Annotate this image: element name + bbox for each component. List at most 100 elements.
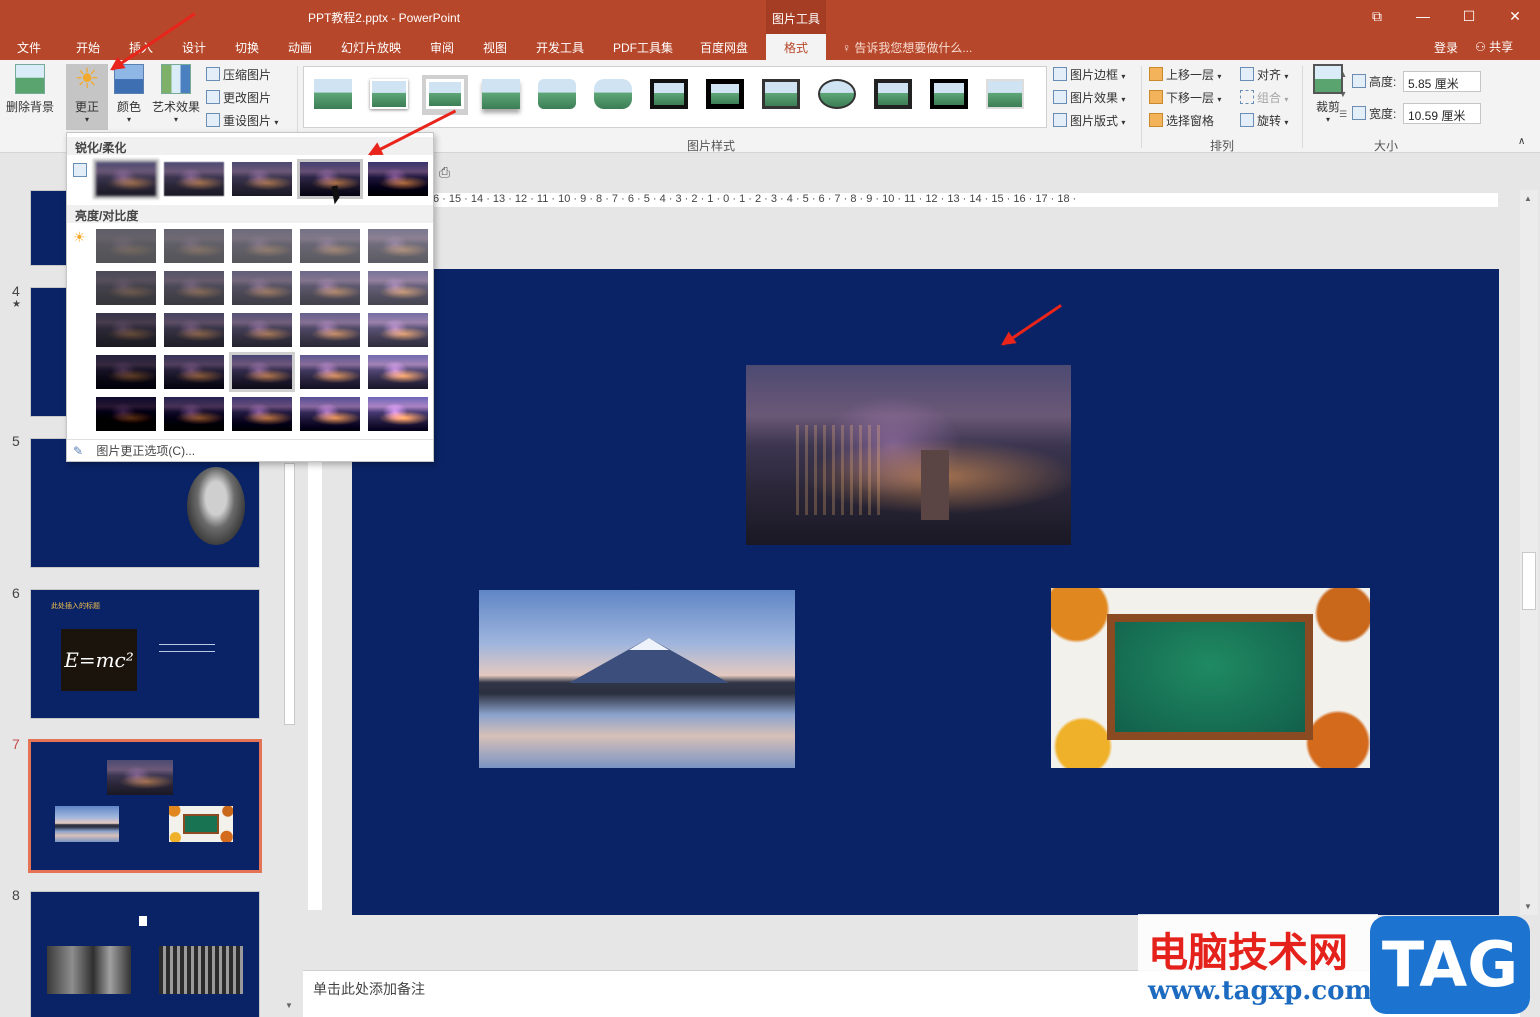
picture-style-option[interactable] (870, 75, 916, 115)
change-picture-button[interactable]: 更改图片 (206, 89, 271, 106)
correction-preset[interactable] (297, 159, 363, 199)
correction-preset[interactable] (164, 271, 224, 305)
city-night-image[interactable] (746, 365, 1071, 545)
align-button[interactable]: 对齐 ▾ (1240, 66, 1288, 83)
correction-preset[interactable] (232, 162, 292, 196)
picture-style-option[interactable] (310, 75, 356, 115)
correction-preset[interactable] (300, 271, 360, 305)
bring-forward-button[interactable]: 上移一层 ▾ (1149, 66, 1221, 83)
tab-file[interactable]: 文件 (17, 39, 41, 56)
picture-style-option[interactable] (646, 75, 692, 115)
rotate-button[interactable]: 旋转 ▾ (1240, 112, 1288, 129)
correction-preset[interactable] (164, 355, 224, 389)
picture-style-option[interactable] (366, 75, 412, 115)
compress-pictures-button[interactable]: 压缩图片 (206, 66, 271, 83)
correction-preset[interactable] (232, 397, 292, 431)
tab-slideshow[interactable]: 幻灯片放映 (341, 39, 401, 56)
correction-preset[interactable] (232, 313, 292, 347)
tab-review[interactable]: 审阅 (430, 39, 454, 56)
editor-scrollbar[interactable]: ▲ ▼ (1520, 190, 1538, 915)
correction-preset[interactable] (229, 352, 295, 392)
width-input[interactable]: 10.59 厘米 (1403, 103, 1481, 124)
minimize-button[interactable]: — (1400, 0, 1446, 32)
selection-pane-button[interactable]: 选择窗格 (1149, 112, 1214, 129)
correction-preset[interactable] (368, 355, 428, 389)
correction-preset[interactable] (96, 229, 156, 263)
correction-preset[interactable] (164, 162, 224, 196)
correction-preset[interactable] (300, 397, 360, 431)
slide-thumbnail-selected[interactable] (28, 739, 262, 873)
picture-layout-button[interactable]: 图片版式 ▾ (1053, 112, 1125, 129)
sun-icon: ☀ (74, 63, 100, 94)
slide-thumbnail[interactable] (30, 891, 260, 1017)
picture-styles-gallery: ▲ ▼ ☰ (303, 66, 1347, 128)
tab-animations[interactable]: 动画 (288, 39, 312, 56)
correction-preset[interactable] (368, 271, 428, 305)
login-link[interactable]: 登录 (1434, 39, 1458, 56)
tab-format[interactable]: 格式 (766, 34, 826, 60)
correction-preset[interactable] (96, 355, 156, 389)
correction-preset[interactable] (232, 271, 292, 305)
picture-style-option[interactable] (422, 75, 468, 115)
scrollbar-thumb[interactable] (1522, 552, 1536, 610)
correction-preset[interactable] (368, 229, 428, 263)
correction-preset[interactable] (96, 397, 156, 431)
tab-developer[interactable]: 开发工具 (536, 39, 584, 56)
correction-preset[interactable] (300, 313, 360, 347)
maximize-button[interactable]: ☐ (1446, 0, 1492, 32)
correction-preset[interactable] (164, 229, 224, 263)
picture-style-option[interactable] (814, 75, 860, 115)
crop-button[interactable]: 裁剪 ▾ (1310, 64, 1346, 124)
correction-preset[interactable] (368, 313, 428, 347)
format-painter-icon[interactable]: ⎙ (439, 164, 450, 181)
tab-transitions[interactable]: 切换 (235, 39, 259, 56)
artistic-effects-button[interactable]: 艺术效果 ▾ (150, 64, 202, 124)
correction-preset[interactable] (232, 229, 292, 263)
slide-thumbnail[interactable]: 此处插入的标题 E=mc² (30, 589, 260, 719)
tab-view[interactable]: 视图 (483, 39, 507, 56)
correction-preset[interactable] (164, 397, 224, 431)
scroll-down-icon[interactable]: ▼ (1524, 902, 1532, 911)
correction-preset[interactable] (368, 162, 428, 196)
scroll-down-icon[interactable]: ▼ (285, 1001, 293, 1010)
picture-effects-button[interactable]: 图片效果 ▾ (1053, 89, 1125, 106)
ribbon-display-icon[interactable]: ⧉ (1354, 0, 1400, 32)
tell-me-box[interactable]: ♀ 告诉我您想要做什么... (842, 39, 972, 56)
autumn-chalkboard-image[interactable] (1051, 588, 1370, 768)
height-input[interactable]: 5.85 厘米 (1403, 71, 1481, 92)
scroll-up-icon[interactable]: ▲ (1524, 194, 1532, 203)
correction-preset[interactable] (96, 313, 156, 347)
correction-preset[interactable] (300, 229, 360, 263)
group-button[interactable]: 组合 ▾ (1240, 89, 1288, 106)
scrollbar-thumb[interactable] (284, 463, 295, 725)
corrections-button[interactable]: ☀ 更正 ▾ (66, 64, 108, 130)
close-button[interactable]: ✕ (1492, 0, 1538, 32)
picture-style-option[interactable] (926, 75, 972, 115)
picture-style-option[interactable] (534, 75, 580, 115)
picture-border-button[interactable]: 图片边框 ▾ (1053, 66, 1125, 83)
correction-preset[interactable] (96, 271, 156, 305)
send-backward-button[interactable]: 下移一层 ▾ (1149, 89, 1221, 106)
tab-pdf-tools[interactable]: PDF工具集 (613, 39, 673, 56)
mount-fuji-image[interactable] (479, 590, 795, 768)
slide-canvas[interactable] (352, 269, 1499, 915)
correction-preset[interactable] (368, 397, 428, 431)
picture-corrections-options[interactable]: ✎ 图片更正选项(C)... (73, 442, 195, 459)
reset-picture-button[interactable]: 重设图片 ▾ (206, 112, 278, 129)
correction-preset[interactable] (300, 355, 360, 389)
tab-design[interactable]: 设计 (182, 39, 206, 56)
picture-style-option[interactable] (478, 75, 524, 115)
share-button[interactable]: ⚇ 共享 (1475, 38, 1513, 55)
picture-style-option[interactable] (982, 75, 1028, 115)
tab-home[interactable]: 开始 (76, 39, 100, 56)
picture-style-option[interactable] (590, 75, 636, 115)
frame-image-thumb (169, 806, 233, 842)
collapse-ribbon-icon[interactable]: ∧ (1518, 136, 1525, 147)
align-label: 对齐 (1257, 68, 1282, 82)
remove-background-button[interactable]: 删除背景 (4, 64, 56, 115)
picture-style-option[interactable] (758, 75, 804, 115)
correction-preset[interactable] (93, 159, 159, 199)
correction-preset[interactable] (164, 313, 224, 347)
tab-baidu-netdisk[interactable]: 百度网盘 (700, 39, 748, 56)
picture-style-option[interactable] (702, 75, 748, 115)
